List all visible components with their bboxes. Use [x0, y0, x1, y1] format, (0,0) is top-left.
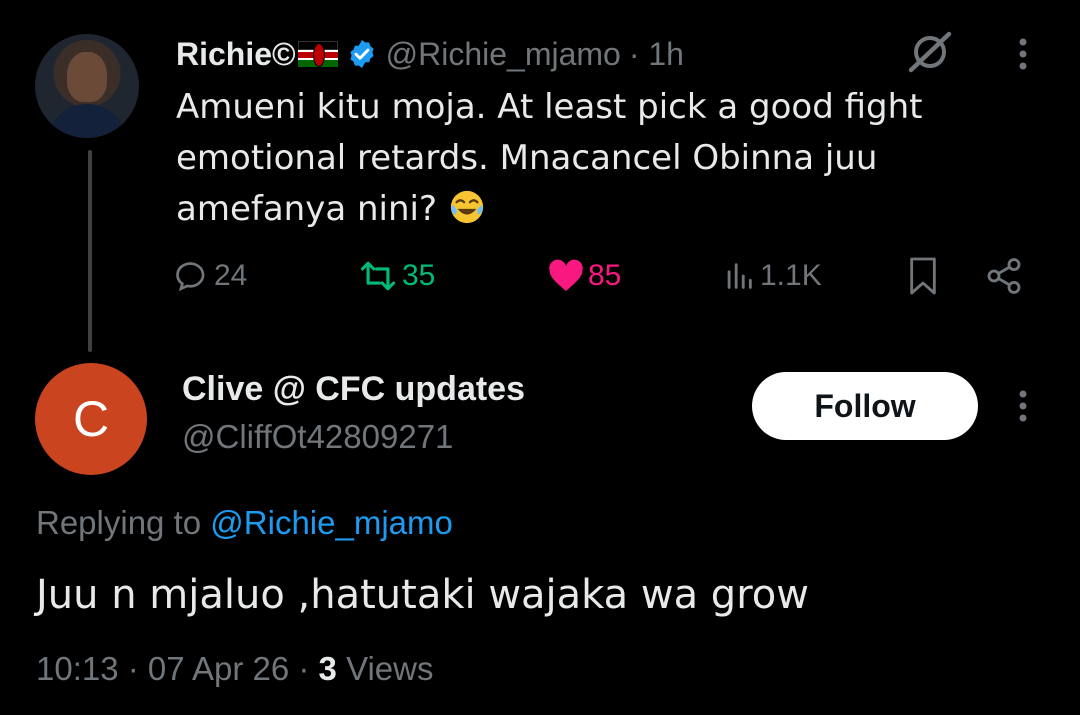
parent-time: · 1h	[628, 35, 684, 72]
share-icon	[987, 258, 1021, 294]
replying-to-label: Replying to	[36, 504, 202, 541]
reply-count: 24	[214, 259, 248, 292]
heart-icon	[549, 259, 583, 291]
retweet-action[interactable]: 35	[358, 254, 435, 298]
follow-button[interactable]: Follow	[752, 372, 978, 440]
verified-badge-icon	[350, 40, 374, 68]
parent-avatar[interactable]	[35, 34, 139, 138]
like-count: 85	[588, 259, 622, 292]
reply-author-handle[interactable]: @CliffOt42809271	[182, 418, 453, 456]
grok-icon[interactable]	[905, 30, 955, 74]
share-action[interactable]	[984, 254, 1024, 298]
reply-timestamp[interactable]: 10:13 · 07 Apr 26 ·	[36, 650, 309, 687]
reply-avatar-letter: C	[72, 391, 110, 447]
thread-connector-line	[88, 150, 92, 352]
retweet-icon	[360, 261, 396, 291]
retweet-count: 35	[402, 259, 436, 292]
replying-to-line: Replying to @Richie_mjamo	[36, 504, 453, 542]
views-action[interactable]: 1.1K	[722, 254, 822, 298]
tears-of-joy-emoji-icon	[450, 190, 483, 224]
avatar-head	[67, 52, 107, 102]
views-count: 1.1K	[760, 259, 822, 292]
bookmark-icon	[910, 257, 936, 295]
reply-more-options-icon[interactable]	[1008, 386, 1038, 426]
reply-meta: 10:13 · 07 Apr 26 · 3 Views	[36, 650, 434, 688]
bookmark-action[interactable]	[906, 254, 940, 298]
replying-to-mention[interactable]: @Richie_mjamo	[210, 504, 453, 541]
parent-tweet-body: Amueni kitu moja. At least pick a good f…	[176, 87, 934, 229]
reply-views-count: 3	[318, 650, 337, 687]
reply-views-label: Views	[346, 650, 434, 687]
reply-avatar[interactable]: C	[35, 363, 147, 475]
more-options-icon[interactable]	[1008, 34, 1038, 74]
kenya-flag-icon	[297, 41, 338, 67]
reply-icon	[176, 262, 205, 292]
parent-header: Richie© @Richie_mjamo · 1h	[176, 32, 684, 76]
parent-author-name[interactable]: Richie©	[176, 36, 296, 73]
parent-tweet-text: Amueni kitu moja. At least pick a good f…	[176, 82, 936, 235]
views-chart-icon	[727, 263, 752, 289]
reply-action[interactable]: 24	[176, 254, 247, 298]
like-action[interactable]: 85	[548, 254, 621, 298]
avatar-shoulders	[47, 104, 127, 138]
reply-tweet-text: Juu n mjaluo ,hatutaki wajaka wa grow	[36, 572, 809, 618]
parent-author-handle[interactable]: @Richie_mjamo	[386, 36, 621, 73]
reply-author-name[interactable]: Clive @ CFC updates	[182, 370, 525, 409]
